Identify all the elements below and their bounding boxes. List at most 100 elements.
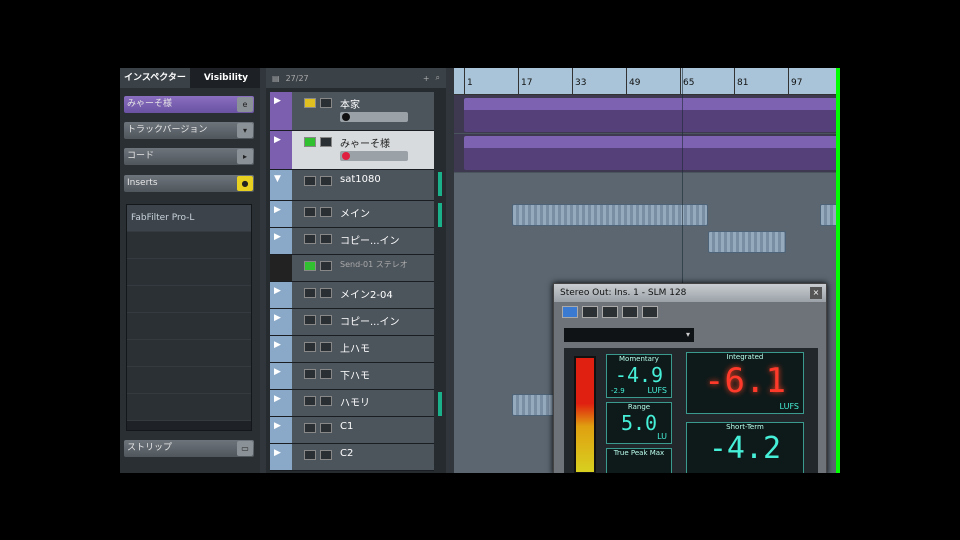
solo-button[interactable] xyxy=(320,342,332,352)
track-row[interactable]: ▼ sat1080 xyxy=(270,170,442,201)
track-row[interactable]: ▶ C2 xyxy=(270,444,434,471)
inspector-chord[interactable]: コード ▸ xyxy=(124,148,254,165)
track-list-menu-icon[interactable]: ▤ xyxy=(272,74,280,83)
inspector-strip[interactable]: ストリップ ▭ xyxy=(124,440,254,457)
track-row[interactable]: ▶ メイン xyxy=(270,201,442,228)
power-icon[interactable] xyxy=(562,306,578,318)
ruler-tick: 33 xyxy=(572,68,586,94)
track-controls[interactable] xyxy=(340,112,408,122)
integrated-unit: LUFS xyxy=(779,402,799,411)
mute-button[interactable] xyxy=(304,342,316,352)
mute-button[interactable] xyxy=(304,369,316,379)
inspector-track-version[interactable]: トラックバージョン ▾ xyxy=(124,122,254,139)
expand-icon[interactable]: ▶ xyxy=(274,394,281,404)
insert-slot-2[interactable] xyxy=(127,232,251,259)
inspector-track-name[interactable]: みゃーそ様 e xyxy=(124,96,254,113)
settings-icon[interactable] xyxy=(642,306,658,318)
expand-icon[interactable]: ▶ xyxy=(274,135,281,145)
timeline-ruler[interactable]: 1 17 33 49 65 81 97 xyxy=(454,68,840,95)
track-row-selected[interactable]: ▶ みゃーそ様 xyxy=(270,131,434,170)
clip-label: ワールド・ランプシェード 歌ってみたゥーくん-01 xyxy=(468,102,680,112)
audio-clip[interactable]: ワールド・ランプシェード 歌ってみたゥーくん-01 xyxy=(464,98,840,132)
record-icon[interactable] xyxy=(342,113,350,121)
solo-button[interactable] xyxy=(320,396,332,406)
solo-button[interactable] xyxy=(320,137,332,147)
track-list: ▤ 27/27 + ⌕ ▶ 本家 ▶ みゃーそ様 ▼ sat1080 ▶ メイン… xyxy=(266,68,494,473)
insert-slot-7[interactable] xyxy=(127,367,251,394)
expand-icon[interactable]: ▶ xyxy=(274,205,281,215)
track-row[interactable]: ▶ メイン2-04 xyxy=(270,282,434,309)
plugin-window[interactable]: Stereo Out: Ins. 1 - SLM 128 × ▾ Momenta… xyxy=(553,283,827,473)
write-icon[interactable] xyxy=(602,306,618,318)
mute-button[interactable] xyxy=(304,261,316,271)
expand-icon[interactable]: ▶ xyxy=(274,313,281,323)
inspector-inserts[interactable]: Inserts ● xyxy=(124,175,254,192)
audio-clip-waveform[interactable] xyxy=(708,231,786,253)
plugin-titlebar[interactable]: Stereo Out: Ins. 1 - SLM 128 × xyxy=(554,284,826,302)
track-row[interactable]: ▶ 本家 xyxy=(270,92,434,131)
expand-icon[interactable]: ▶ xyxy=(274,367,281,377)
tab-visibility[interactable]: Visibility xyxy=(200,68,252,88)
tab-inspector[interactable]: インスペクター xyxy=(120,68,190,88)
mute-button[interactable] xyxy=(304,98,316,108)
track-row[interactable]: ▶ コピー...イン xyxy=(270,309,434,336)
inserts-bypass-icon[interactable]: ● xyxy=(237,176,253,191)
expand-icon[interactable]: ▶ xyxy=(274,286,281,296)
audio-clip[interactable]: 「ワールド・ランプシェード」を歌ってみた【みゃーそ】 xyxy=(464,136,840,170)
track-row[interactable]: ▶ コピー...イン xyxy=(270,228,434,255)
expand-icon[interactable]: ▶ xyxy=(274,340,281,350)
solo-button[interactable] xyxy=(320,176,332,186)
track-row[interactable]: ▶ C1 xyxy=(270,417,434,444)
record-icon[interactable] xyxy=(342,152,350,160)
mute-button[interactable] xyxy=(304,450,316,460)
track-row[interactable]: ▶ 上ハモ xyxy=(270,336,434,363)
track-row[interactable]: ▶ 下ハモ xyxy=(270,363,434,390)
track-color-strip xyxy=(270,255,292,281)
solo-button[interactable] xyxy=(320,450,332,460)
expand-icon[interactable]: ▶ xyxy=(274,96,281,106)
mute-button[interactable] xyxy=(304,396,316,406)
mute-button[interactable] xyxy=(304,137,316,147)
solo-button[interactable] xyxy=(320,261,332,271)
range-unit: LU xyxy=(657,432,667,441)
mute-button[interactable] xyxy=(304,207,316,217)
shortterm-readout: Short-Term -4.2 xyxy=(686,422,804,473)
track-controls[interactable] xyxy=(340,151,408,161)
track-row[interactable]: ▶ ハモリ xyxy=(270,390,442,417)
insert-slot-1[interactable]: FabFilter Pro-L xyxy=(127,205,251,232)
audio-clip-waveform[interactable] xyxy=(512,204,708,226)
inspector-edit-icon[interactable]: e xyxy=(237,97,253,112)
mute-button[interactable] xyxy=(304,315,316,325)
expand-icon[interactable]: ▶ xyxy=(274,232,281,242)
solo-button[interactable] xyxy=(320,423,332,433)
insert-slot-6[interactable] xyxy=(127,340,251,367)
solo-button[interactable] xyxy=(320,234,332,244)
close-icon[interactable]: × xyxy=(810,287,822,299)
mute-button[interactable] xyxy=(304,288,316,298)
mute-button[interactable] xyxy=(304,176,316,186)
mute-button[interactable] xyxy=(304,423,316,433)
solo-button[interactable] xyxy=(320,369,332,379)
mute-button[interactable] xyxy=(304,234,316,244)
switch-icon[interactable] xyxy=(622,306,638,318)
read-icon[interactable] xyxy=(582,306,598,318)
track-row[interactable]: Send-01 ステレオ xyxy=(270,255,434,282)
solo-button[interactable] xyxy=(320,315,332,325)
search-icon[interactable]: ⌕ xyxy=(436,73,440,83)
expand-icon[interactable]: ▶ xyxy=(274,448,281,458)
chord-icon[interactable]: ▸ xyxy=(237,149,253,164)
solo-button[interactable] xyxy=(320,207,332,217)
daw-window: インスペクター Visibility みゃーそ様 e トラックバージョン ▾ コ… xyxy=(120,68,840,473)
folder-icon[interactable]: ▼ xyxy=(274,174,281,184)
strip-icon[interactable]: ▭ xyxy=(237,441,253,456)
insert-slot-3[interactable] xyxy=(127,259,251,286)
insert-slot-5[interactable] xyxy=(127,313,251,340)
solo-button[interactable] xyxy=(320,288,332,298)
add-track-icon[interactable]: + xyxy=(423,74,430,83)
expand-icon[interactable]: ▶ xyxy=(274,421,281,431)
preset-selector[interactable]: ▾ xyxy=(564,328,694,342)
insert-slot-8[interactable] xyxy=(127,394,251,421)
track-version-icon[interactable]: ▾ xyxy=(237,123,253,138)
insert-slot-4[interactable] xyxy=(127,286,251,313)
solo-button[interactable] xyxy=(320,98,332,108)
